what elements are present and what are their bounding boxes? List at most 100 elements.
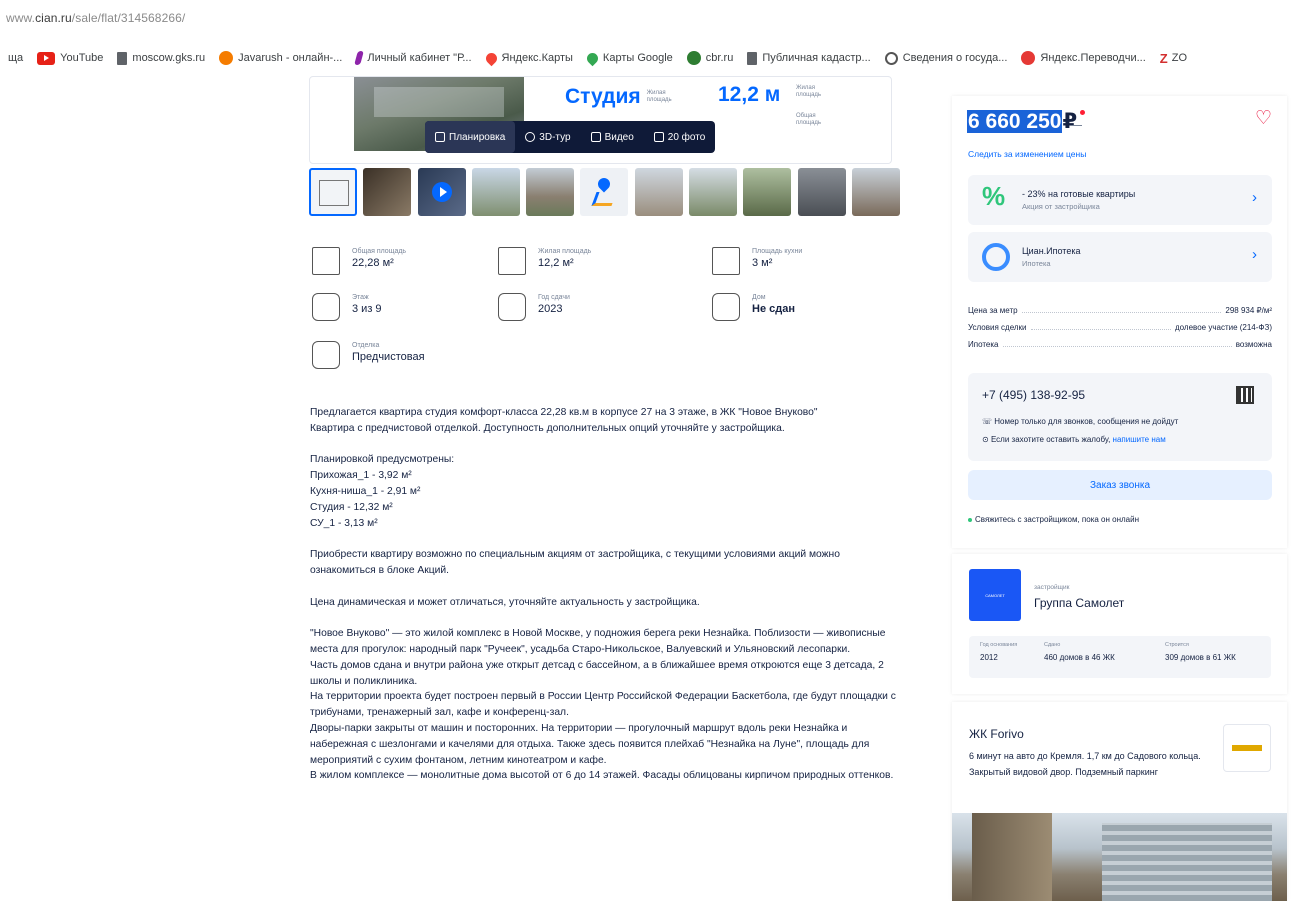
address-bar[interactable]: www.cian.ru/sale/flat/314568266/ xyxy=(0,0,1291,38)
phone-number[interactable]: +7 (495) 138-92-95 xyxy=(982,388,1085,402)
stat-building: Строится 309 домов в 61 ЖК xyxy=(1165,642,1236,662)
bookmark-google-maps[interactable]: Карты Google xyxy=(584,50,673,66)
globe-icon xyxy=(884,51,898,65)
thumbnail-photo[interactable] xyxy=(471,168,520,216)
bookmark-state-info[interactable]: Сведения о госуда... xyxy=(884,51,1007,65)
price-history-icon[interactable] xyxy=(1070,110,1085,126)
param-year: Год сдачи 2023 xyxy=(498,293,570,321)
description-paragraph: Приобрести квартиру возможно по специаль… xyxy=(310,549,840,576)
complaint-note: ⊙ Если захотите оставить жалобу, напишит… xyxy=(982,435,1166,444)
map-pin-icon xyxy=(483,50,499,66)
bookmarks-bar: ща YouTube moscow.gks.ru Javarush - онла… xyxy=(0,44,1291,72)
description-paragraph: Прихожая_1 - 3,92 м² xyxy=(310,470,412,482)
param-total-area: Общая площадь 22,28 м² xyxy=(312,247,406,275)
layout-button[interactable]: Планировка xyxy=(425,121,516,153)
thumbnail-strip xyxy=(309,168,906,216)
qr-code-icon[interactable] xyxy=(1236,386,1254,404)
floor-icon xyxy=(312,293,340,321)
plan-area-sub: Жилая площадь xyxy=(796,85,822,98)
detail-deal-terms: Условия сделки долевое участие (214-ФЗ) xyxy=(968,323,1272,332)
living-area-icon xyxy=(498,247,526,275)
finishing-icon xyxy=(312,341,340,369)
description-paragraph: Цена динамическая и может отличаться, ут… xyxy=(310,596,700,608)
description: Предлагается квартира студия комфорт-кла… xyxy=(310,405,900,784)
video-icon xyxy=(590,132,601,142)
ad-title: ЖК Forivo xyxy=(969,727,1024,741)
thumbnail-photo[interactable] xyxy=(634,168,683,216)
bookmark-youtube[interactable]: YouTube xyxy=(37,51,103,65)
plan-summary: Студия Жилая площадь xyxy=(565,85,677,109)
description-paragraph: Кухня-ниша_1 - 2,91 м² xyxy=(310,485,421,497)
ad-text: 6 минут на авто до Кремля. 1,7 км до Сад… xyxy=(969,751,1201,777)
online-dot-icon xyxy=(968,517,972,522)
description-paragraph: Предлагается квартира студия комфорт-кла… xyxy=(310,407,818,418)
developer-name[interactable]: Группа Самолет xyxy=(1034,596,1124,610)
youtube-icon xyxy=(37,51,56,65)
detail-price-per-meter: Цена за метр 298 934 ₽/м² xyxy=(968,306,1272,315)
total-area-icon xyxy=(312,247,340,275)
description-paragraph: Студия - 12,32 м² xyxy=(310,501,393,513)
google-maps-icon xyxy=(584,50,601,66)
bookmark-yandex-translate[interactable]: Яндекс.Переводчи... xyxy=(1021,51,1146,65)
complaint-link[interactable]: напишите нам xyxy=(1113,435,1166,444)
kitchen-area-icon xyxy=(712,247,740,275)
bookmark-cbr[interactable]: cbr.ru xyxy=(686,51,733,65)
thumbnail-layout[interactable] xyxy=(309,168,357,216)
plan-area: 12,2 м xyxy=(718,83,781,106)
description-paragraph: Планировкой предусмотрены: xyxy=(310,454,455,466)
thumbnail-photo[interactable] xyxy=(743,168,792,216)
description-paragraph: В жилом комплексе — монолитные дома высо… xyxy=(310,770,894,782)
ad-logo xyxy=(1223,724,1271,772)
promo-mortgage[interactable]: Циан.Ипотека Ипотека › xyxy=(968,232,1272,282)
description-paragraph: "Новое Внуково" — это жилой комплекс в Н… xyxy=(310,628,886,655)
description-paragraph: СУ_1 - 3,13 м² xyxy=(310,517,378,529)
thumbnail-photo[interactable] xyxy=(689,168,738,216)
ad-photo xyxy=(952,813,1287,901)
plan-title: Студия xyxy=(565,85,641,108)
ad-card[interactable]: ЖК Forivo 6 минут на авто до Кремля. 1,7… xyxy=(952,702,1287,901)
layout-icon xyxy=(435,132,445,142)
bookmark-personal-cabinet[interactable]: Личный кабинет "Р... xyxy=(354,51,472,65)
pin-icon xyxy=(354,51,365,65)
year-icon xyxy=(498,293,526,321)
house-icon xyxy=(712,293,740,321)
document-icon xyxy=(117,51,128,65)
thumbnail-photo[interactable] xyxy=(797,168,846,216)
bookmark-item[interactable]: ща xyxy=(8,52,23,64)
bookmark-javarush[interactable]: Javarush - онлайн-... xyxy=(219,51,342,65)
video-button[interactable]: Видео xyxy=(581,121,644,153)
favorite-icon[interactable]: ♡ xyxy=(1255,107,1272,130)
translate-icon xyxy=(1021,51,1036,65)
param-house: Дом Не сдан xyxy=(712,293,795,321)
order-call-button[interactable]: Заказ звонка xyxy=(968,470,1272,500)
param-living-area: Жилая площадь 12,2 м² xyxy=(498,247,591,275)
promo-discount[interactable]: % - 23% на готовые квартиры Акция от зас… xyxy=(968,175,1272,225)
document-icon xyxy=(747,51,758,65)
chevron-right-icon: › xyxy=(1252,246,1257,263)
watch-price-link[interactable]: Следить за изменением цены xyxy=(968,149,1086,159)
thumbnail-photo[interactable] xyxy=(851,168,900,216)
param-kitchen-area: Площадь кухни 3 м² xyxy=(712,247,802,275)
bookmark-yandex-maps[interactable]: Яндекс.Карты xyxy=(483,50,573,66)
description-paragraph: Часть домов сдана и внутри района уже от… xyxy=(310,659,884,687)
bookmark-moscow-gks[interactable]: moscow.gks.ru xyxy=(117,51,205,65)
developer-stats: Год основания 2012 Сдано 460 домов в 46 ЖК… xyxy=(969,636,1271,678)
gallery-main[interactable]: Студия Жилая площадь 12,2 м Жилая площад… xyxy=(309,76,892,164)
developer-card[interactable]: САМОЛЕТ застройщик Группа Самолет Год ос… xyxy=(952,554,1287,694)
bookmark-zo[interactable]: Z ZO xyxy=(1160,51,1187,66)
percent-icon: % xyxy=(982,181,1006,211)
media-bar: Планировка 3D-тур Видео 20 фото xyxy=(425,121,716,153)
url-text: www.cian.ru/sale/flat/314568266/ xyxy=(6,11,186,25)
play-icon xyxy=(431,182,452,202)
photos-button[interactable]: 20 фото xyxy=(644,121,716,153)
stat-delivered: Сдано 460 домов в 46 ЖК xyxy=(1044,642,1115,662)
tour-3d-button[interactable]: 3D-тур xyxy=(515,121,580,153)
thumbnail-map[interactable] xyxy=(580,168,629,216)
z-icon: Z xyxy=(1159,50,1168,66)
param-floor: Этаж 3 из 9 xyxy=(312,293,382,321)
thumbnail-photo[interactable] xyxy=(526,168,575,216)
bookmark-cadastre[interactable]: Публичная кадастр... xyxy=(747,51,871,65)
thumbnail-video[interactable] xyxy=(417,168,466,216)
plan-title-sub: Жилая площадь xyxy=(646,90,672,103)
thumbnail-photo[interactable] xyxy=(363,168,412,216)
